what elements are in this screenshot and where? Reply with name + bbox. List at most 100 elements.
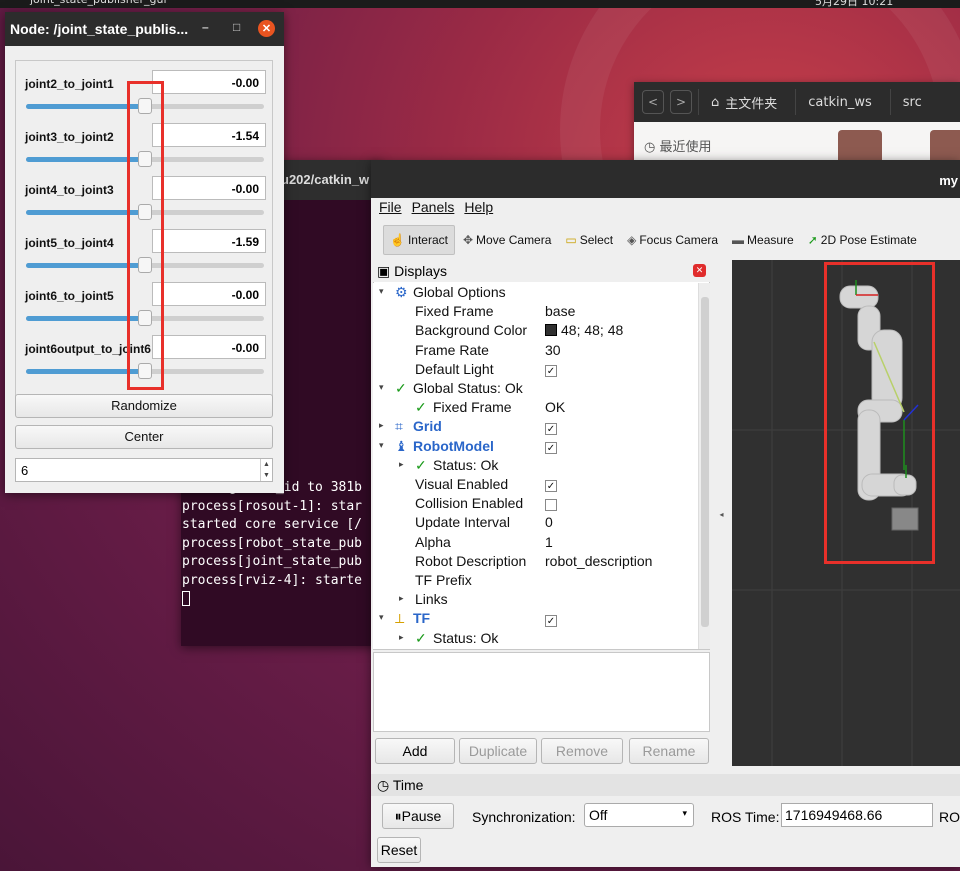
displays-tree: ▾ ⚙ Global Options Fixed Frame base Backgroun… — [373, 283, 698, 649]
tree-row[interactable]: ▸ ✓ Status: Ok — [373, 629, 698, 648]
maximize-button[interactable]: □ — [233, 20, 240, 34]
tree-value[interactable]: 1 — [545, 534, 553, 550]
tree-value[interactable]: base — [545, 303, 575, 319]
back-button[interactable]: < — [642, 90, 664, 114]
tool-focus-camera[interactable]: ◈ Focus Camera — [621, 225, 724, 255]
menu-file-label: File — [379, 199, 402, 215]
tree-row[interactable]: ▾ ✓ Global Status: Ok — [373, 379, 698, 398]
checkbox[interactable] — [545, 496, 557, 512]
sync-select[interactable]: Off ▾ — [584, 803, 694, 827]
expand-arrow-icon[interactable]: ▸ — [379, 420, 384, 431]
tree-row[interactable]: Alpha 1 — [373, 533, 698, 552]
tree-row[interactable]: Robot Description robot_description — [373, 552, 698, 571]
duplicate-button[interactable]: Duplicate — [459, 738, 537, 764]
menu-file[interactable]: File — [379, 199, 402, 221]
menu-bar: File Panels Help — [379, 199, 493, 221]
checkbox[interactable]: ✓ — [545, 419, 557, 435]
pause-label: Pause — [401, 808, 442, 824]
tree-row[interactable]: TF Prefix — [373, 571, 698, 590]
breadcrumb-item[interactable]: catkin_ws — [795, 89, 884, 115]
checkbox[interactable]: ✓ — [545, 611, 557, 627]
panel-splitter[interactable]: ◂ — [713, 260, 730, 766]
tool-2d-pose-estimate[interactable]: ➚ 2D Pose Estimate — [802, 225, 923, 255]
tree-label: Global Options — [413, 284, 506, 300]
tree-value[interactable]: 30 — [545, 342, 561, 358]
expand-arrow-icon[interactable]: ▾ — [379, 382, 384, 393]
tool-measure[interactable]: ▬ Measure — [726, 225, 800, 255]
tree-label: Robot Description — [415, 552, 527, 569]
tree-label: Status: Ok — [433, 456, 499, 473]
tree-label: Links — [415, 591, 448, 608]
tree-row[interactable]: Fixed Frame base — [373, 302, 698, 321]
breadcrumb-home[interactable]: ⌂ 主文件夹 — [698, 89, 789, 115]
close-icon[interactable]: ✕ — [693, 264, 706, 277]
joint-value-field[interactable]: -0.00 — [152, 70, 266, 94]
tool-interact[interactable]: ☝ Interact — [383, 225, 455, 255]
expand-arrow-icon[interactable]: ▾ — [379, 440, 384, 451]
menu-help[interactable]: Help — [464, 199, 493, 221]
folder-icon[interactable] — [930, 130, 960, 164]
expand-arrow-icon[interactable]: ▾ — [379, 612, 384, 623]
folder-icon[interactable] — [838, 130, 882, 164]
tool-label: 2D Pose Estimate — [820, 233, 917, 247]
pause-button[interactable]: ⏸Pause — [382, 803, 454, 829]
tree-row[interactable]: Background Color 48; 48; 48 — [373, 321, 698, 340]
tree-row[interactable]: ▾ ♝ RobotModel ✓ — [373, 437, 698, 456]
menu-panels[interactable]: Panels — [412, 199, 455, 221]
add-button[interactable]: Add — [375, 738, 455, 764]
joint-value-field[interactable]: -1.54 — [152, 123, 266, 147]
top-bar: joint_state_publisher_gui 5月29日 10:21 — [0, 0, 960, 8]
displays-title: Displays — [394, 263, 448, 279]
expand-arrow-icon[interactable]: ▸ — [399, 632, 404, 643]
tree-row[interactable]: Frame Rate 30 — [373, 341, 698, 360]
reset-button[interactable]: Reset — [377, 837, 421, 863]
topbar-clock[interactable]: 5月29日 10:21 — [815, 0, 893, 8]
time-panel-header: ◷ Time — [371, 774, 960, 796]
tree-row[interactable]: Visual Enabled ✓ — [373, 475, 698, 494]
tree-row[interactable]: ▸ Links — [373, 590, 698, 609]
sidebar-item-recent[interactable]: ◷ 最近使用 — [644, 136, 712, 155]
checkbox[interactable]: ✓ — [545, 477, 557, 493]
scrollbar-thumb[interactable] — [701, 297, 709, 627]
tree-row[interactable]: Collision Enabled — [373, 494, 698, 513]
robot-icon: ♝ — [395, 437, 408, 454]
close-button[interactable]: ✕ — [258, 20, 275, 37]
tool-select[interactable]: ▭ Select — [559, 225, 619, 255]
tree-row[interactable]: Default Light ✓ — [373, 360, 698, 379]
minimize-button[interactable]: – — [202, 20, 209, 34]
expand-arrow-icon[interactable]: ▸ — [399, 593, 404, 604]
tree-row[interactable]: Update Interval 0 — [373, 513, 698, 532]
tree-value[interactable]: 0 — [545, 514, 553, 530]
tree-value[interactable]: OK — [545, 399, 565, 415]
tree-row[interactable]: ▾ ⚙ Global Options — [373, 283, 698, 302]
tree-row[interactable]: ▸ ⌗ Grid ✓ — [373, 417, 698, 436]
tree-label: TF — [413, 610, 431, 627]
ros-time-field[interactable]: 1716949468.66 — [781, 803, 933, 827]
displays-scrollbar[interactable] — [698, 283, 710, 649]
tree-row[interactable]: ▸ ✓ Status: Ok — [373, 456, 698, 475]
joint-value-field[interactable]: -0.00 — [152, 176, 266, 200]
checkbox[interactable]: ✓ — [545, 362, 557, 378]
tree-label: Collision Enabled — [415, 495, 524, 512]
expand-arrow-icon[interactable]: ▸ — [399, 459, 404, 470]
breadcrumb-item[interactable]: src — [889, 89, 934, 115]
tool-move-camera[interactable]: ✥ Move Camera — [457, 225, 557, 255]
tree-row[interactable]: ✓ Fixed Frame OK — [373, 398, 698, 417]
tree-value[interactable]: robot_description — [545, 553, 652, 569]
joint-count-spinbox[interactable]: 6 ▲ ▼ — [15, 458, 273, 482]
checkbox[interactable]: ✓ — [545, 439, 557, 455]
forward-button[interactable]: > — [670, 90, 692, 114]
joint-value-field[interactable]: -0.00 — [152, 282, 266, 306]
tree-row[interactable]: ▾ ⟂ TF ✓ — [373, 609, 698, 628]
center-button[interactable]: Center — [15, 425, 273, 449]
rename-button[interactable]: Rename — [629, 738, 709, 764]
remove-button[interactable]: Remove — [541, 738, 623, 764]
spinbox-arrows[interactable]: ▲ ▼ — [260, 459, 272, 481]
color-swatch[interactable]: 48; 48; 48 — [545, 322, 623, 338]
randomize-button[interactable]: Randomize — [15, 394, 273, 418]
displays-header: ▣ Displays ✕ — [373, 260, 710, 282]
expand-arrow-icon[interactable]: ▾ — [379, 286, 384, 297]
joint-value-field[interactable]: -0.00 — [152, 335, 266, 359]
ruler-icon: ▬ — [732, 233, 745, 247]
joint-value-field[interactable]: -1.59 — [152, 229, 266, 253]
